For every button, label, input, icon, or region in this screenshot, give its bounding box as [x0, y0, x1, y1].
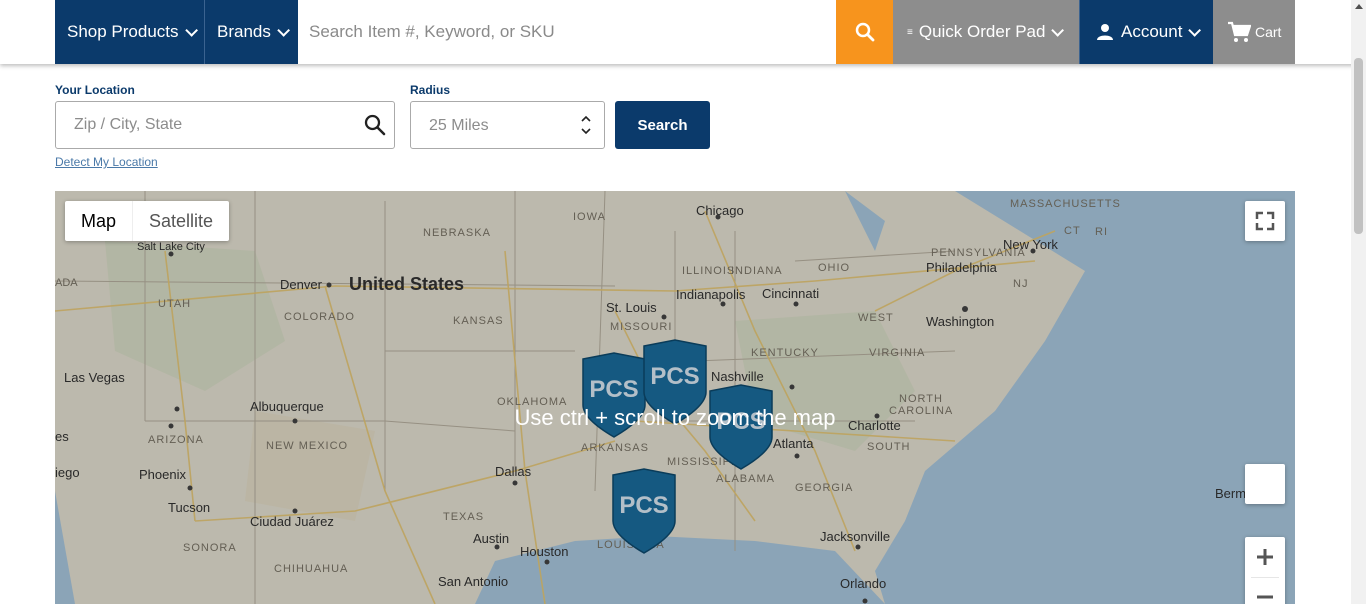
cart-icon — [1228, 21, 1251, 42]
user-icon — [1097, 24, 1113, 40]
location-search-button[interactable]: Search — [615, 101, 710, 149]
fullscreen-icon — [1255, 211, 1275, 231]
store-locator-map[interactable]: United States IOWA NEBRASKA ILLINOIS IND… — [55, 191, 1295, 604]
radius-select[interactable]: 25 Miles — [410, 101, 605, 149]
detect-location-link[interactable]: Detect My Location — [55, 155, 158, 169]
search-button[interactable] — [836, 0, 893, 64]
quick-order-pad-menu[interactable]: ≡ Quick Order Pad — [893, 0, 1079, 64]
location-field — [55, 101, 395, 149]
fullscreen-button[interactable] — [1245, 201, 1285, 241]
cart-label: Cart — [1255, 24, 1282, 40]
account-menu[interactable]: Account — [1079, 0, 1213, 64]
search-icon — [855, 22, 874, 42]
chevron-down-icon — [1051, 23, 1065, 37]
top-navigation-bar: Shop Products Brands ≡ Quick Order Pad A… — [0, 0, 1366, 64]
location-label: Your Location — [55, 83, 135, 97]
map-type-satellite-button[interactable]: Satellite — [132, 201, 229, 241]
minus-icon — [1257, 595, 1273, 599]
shop-products-label: Shop Products — [67, 22, 179, 41]
shop-products-menu[interactable]: Shop Products — [55, 0, 205, 64]
map-type-map-button[interactable]: Map — [65, 201, 132, 241]
list-icon: ≡ — [907, 26, 913, 38]
search-icon[interactable] — [364, 114, 386, 136]
zoom-control — [1245, 537, 1285, 604]
radius-value: 25 Miles — [429, 117, 489, 134]
zoom-out-button[interactable] — [1245, 578, 1285, 604]
updown-arrows-icon — [581, 115, 591, 135]
map-type-control: Map Satellite — [65, 201, 230, 241]
chevron-down-icon — [277, 23, 290, 37]
zoom-hint-overlay: Use ctrl + scroll to zoom the map — [55, 191, 1295, 604]
nav-bar: Shop Products Brands ≡ Quick Order Pad A… — [55, 0, 1295, 64]
chevron-down-icon — [1188, 23, 1202, 37]
street-view-button[interactable] — [1245, 464, 1285, 504]
plus-icon — [1257, 549, 1273, 565]
product-search-input[interactable] — [298, 0, 836, 64]
zoom-in-button[interactable] — [1245, 537, 1285, 577]
location-input[interactable] — [56, 102, 346, 148]
page-scrollbar[interactable] — [1351, 0, 1366, 604]
chevron-down-icon — [184, 23, 198, 37]
scroll-thumb[interactable] — [1354, 58, 1363, 234]
radius-label: Radius — [410, 83, 451, 97]
brands-menu[interactable]: Brands — [205, 0, 298, 64]
brands-label: Brands — [217, 22, 271, 41]
quick-order-label: Quick Order Pad — [918, 22, 1046, 41]
cart-button[interactable]: Cart — [1213, 0, 1295, 64]
scroll-up-arrow-icon[interactable] — [1355, 4, 1363, 9]
zoom-hint-text: Use ctrl + scroll to zoom the map — [514, 405, 836, 430]
account-label: Account — [1121, 22, 1183, 41]
